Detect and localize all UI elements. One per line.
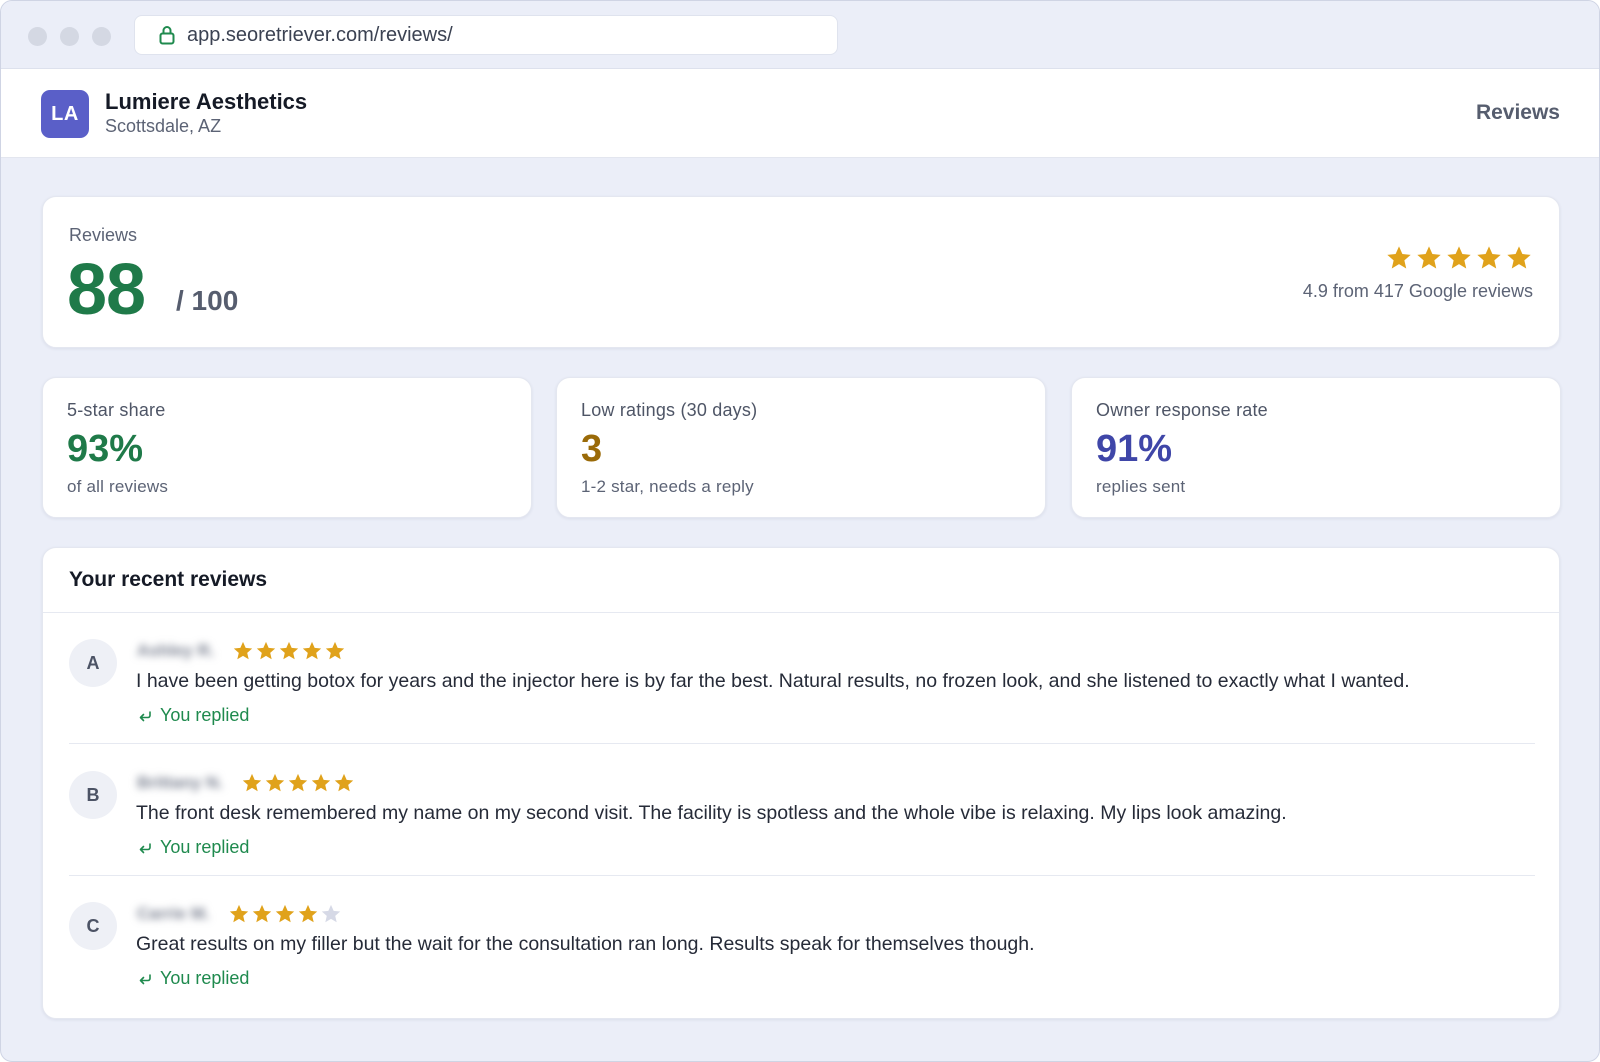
url-text[interactable]: app.seoretriever.com/reviews/	[187, 24, 453, 47]
reply-arrow-icon	[139, 973, 151, 984]
star-filled-icon	[325, 641, 345, 660]
reply-status[interactable]: You replied	[137, 705, 249, 726]
review-score-card: Reviews 88 / 100 4.9 from 417 Google rev…	[42, 196, 1560, 348]
reply-status[interactable]: You replied	[137, 837, 249, 858]
stat-card-five-star-share: 5-star share 93% of all reviews	[42, 377, 532, 518]
recent-reviews-title: Your recent reviews	[69, 568, 268, 591]
review-text: The front desk remembered my name on my …	[136, 802, 1287, 824]
stat-card-owner-response-rate: Owner response rate 91% replies sent	[1071, 377, 1561, 518]
reply-status-label: You replied	[160, 705, 250, 725]
stat-label: 5-star share	[67, 400, 166, 420]
stat-subtext: of all reviews	[67, 477, 169, 496]
star-filled-icon	[288, 773, 308, 792]
review-text: I have been getting botox for years and …	[136, 670, 1410, 692]
recent-reviews-card: Your recent reviews A Ashley R. I have b…	[42, 547, 1560, 1019]
overall-rating-stars	[1385, 244, 1533, 272]
business-name: Lumiere Aesthetics	[105, 89, 308, 114]
stat-label: Low ratings (30 days)	[581, 400, 758, 420]
star-filled-icon	[302, 641, 322, 660]
reviewer-avatar: B	[69, 771, 117, 819]
review-item[interactable]: C Carrie M. Great results on my filler b…	[69, 876, 1535, 1007]
stat-value: 91%	[1096, 428, 1173, 470]
reviewer-name: Carrie M.	[137, 904, 210, 923]
stat-value: 3	[581, 428, 603, 470]
reviewer-name: Ashley R.	[137, 641, 215, 660]
stat-card-low-ratings: Low ratings (30 days) 3 1-2 star, needs …	[556, 377, 1046, 518]
star-filled-icon	[275, 904, 295, 923]
star-filled-icon	[265, 773, 285, 792]
stat-label: Owner response rate	[1096, 400, 1268, 420]
score-out-of: / 100	[176, 285, 239, 316]
star-filled-icon	[311, 773, 331, 792]
nav-reviews-link[interactable]: Reviews	[1476, 101, 1560, 125]
stat-value: 93%	[67, 428, 144, 470]
star-filled-icon	[242, 773, 262, 792]
review-rating-stars	[241, 772, 355, 794]
window-maximize-dot[interactable]	[92, 27, 111, 46]
reply-status-label: You replied	[160, 968, 250, 988]
review-item[interactable]: A Ashley R. I have been getting botox fo…	[69, 613, 1535, 744]
star-filled-icon	[1507, 246, 1531, 269]
star-filled-icon	[252, 904, 272, 923]
score-label: Reviews	[69, 225, 138, 245]
star-filled-icon	[298, 904, 318, 923]
reply-arrow-icon	[139, 710, 151, 721]
review-rating-stars	[228, 903, 342, 925]
star-filled-icon	[279, 641, 299, 660]
star-filled-icon	[1447, 246, 1471, 269]
reviewer-name: Brittany N.	[137, 773, 223, 792]
reply-arrow-icon	[139, 842, 151, 853]
star-filled-icon	[256, 641, 276, 660]
score-value: 88	[67, 250, 146, 330]
divider	[69, 743, 1535, 744]
review-rating-stars	[232, 640, 346, 662]
reply-status-label: You replied	[160, 837, 250, 857]
star-filled-icon	[233, 641, 253, 660]
stat-subtext: 1-2 star, needs a reply	[581, 477, 754, 496]
reviewer-avatar: C	[69, 902, 117, 950]
app-header: LA Lumiere Aesthetics Scottsdale, AZ Rev…	[1, 69, 1599, 158]
browser-window: app.seoretriever.com/reviews/ LA Lumiere…	[0, 0, 1600, 1062]
star-filled-icon	[1477, 246, 1501, 269]
address-bar[interactable]: app.seoretriever.com/reviews/	[134, 15, 838, 55]
browser-chrome: app.seoretriever.com/reviews/	[1, 1, 1599, 69]
star-filled-icon	[1417, 246, 1441, 269]
star-empty-icon	[321, 904, 341, 923]
reply-status[interactable]: You replied	[137, 968, 249, 989]
reviewer-avatar: A	[69, 639, 117, 687]
star-filled-icon	[1387, 246, 1411, 269]
review-text: Great results on my filler but the wait …	[136, 933, 1035, 955]
star-filled-icon	[229, 904, 249, 923]
stat-subtext: replies sent	[1096, 477, 1186, 496]
google-rating-summary: 4.9 from 417 Google reviews	[1302, 281, 1533, 301]
star-filled-icon	[334, 773, 354, 792]
review-item[interactable]: B Brittany N. The front desk remembered …	[69, 745, 1535, 876]
window-close-dot[interactable]	[28, 27, 47, 46]
lock-icon	[155, 23, 179, 47]
window-minimize-dot[interactable]	[60, 27, 79, 46]
business-location: Scottsdale, AZ	[105, 116, 222, 136]
business-logo: LA	[41, 90, 89, 138]
